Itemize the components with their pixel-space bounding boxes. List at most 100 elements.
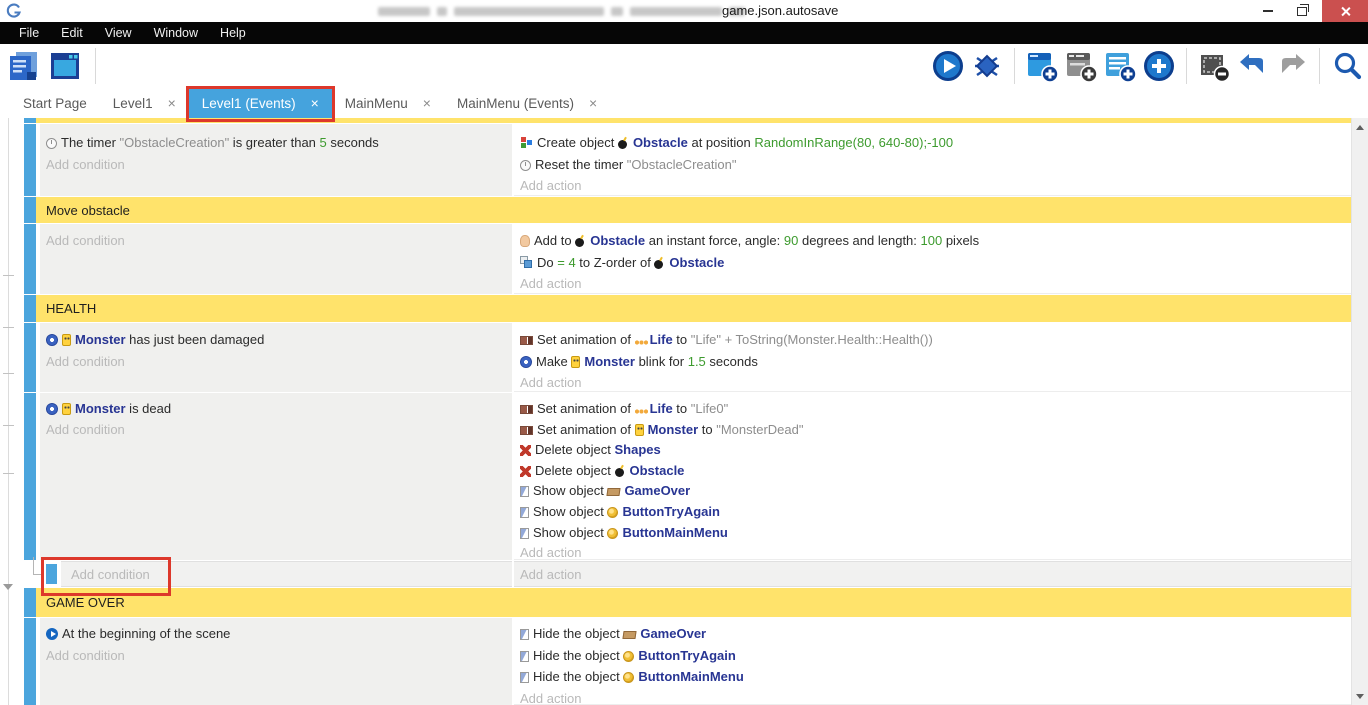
minimize-button[interactable] — [1252, 0, 1284, 22]
comment-strip — [36, 118, 1351, 123]
behavior-icon — [520, 356, 532, 368]
condition-line[interactable]: Monster is dead — [46, 399, 512, 420]
add-event-icon[interactable] — [1025, 48, 1059, 84]
event-handle-bar[interactable] — [24, 618, 36, 705]
subevent-handle-bar[interactable] — [46, 564, 57, 584]
comment-row[interactable]: GAME OVER — [22, 588, 1351, 617]
close-button[interactable] — [1322, 0, 1368, 22]
event-handle-bar[interactable] — [24, 124, 36, 196]
bomb-icon — [654, 257, 665, 269]
event-handle-bar[interactable] — [24, 393, 36, 560]
action-line[interactable]: Delete object Obstacle — [520, 461, 1351, 482]
behavior-icon — [46, 403, 58, 415]
monster-icon — [635, 424, 644, 436]
search-icon[interactable] — [1330, 48, 1364, 84]
add-condition-button[interactable]: Add condition — [46, 351, 512, 373]
action-line[interactable]: Hide the object GameOver — [520, 623, 1351, 645]
add-condition-button[interactable]: Add condition — [46, 645, 512, 667]
add-action-button[interactable]: Add action — [520, 372, 1351, 392]
vertical-scrollbar[interactable] — [1351, 118, 1368, 705]
redo-icon[interactable] — [1275, 48, 1309, 84]
add-action-button[interactable]: Add action — [520, 273, 1351, 294]
gdevelop-logo-icon — [6, 3, 22, 24]
action-line[interactable]: Show object ButtonTryAgain — [520, 502, 1351, 523]
comment-row-partial — [22, 118, 1351, 123]
conditions-cell: Add condition — [61, 561, 512, 587]
tab-start-page[interactable]: Start Page — [10, 88, 100, 118]
scene-start-icon — [46, 628, 58, 640]
action-line[interactable]: Create object Obstacle at position Rando… — [520, 132, 1351, 154]
monster-icon — [62, 403, 71, 415]
action-line[interactable]: Add to Obstacle an instant force, angle:… — [520, 230, 1351, 252]
action-line[interactable]: Hide the object ButtonTryAgain — [520, 645, 1351, 667]
add-action-button[interactable]: Add action — [520, 564, 1351, 586]
scene-editor-icon[interactable] — [48, 48, 82, 84]
add-condition-button[interactable]: Add condition — [46, 420, 512, 441]
play-icon[interactable] — [931, 48, 965, 84]
condition-line[interactable]: At the beginning of the scene — [46, 623, 512, 645]
restore-button[interactable] — [1286, 0, 1318, 22]
add-condition-button[interactable]: Add condition — [71, 564, 512, 586]
condition-line[interactable]: The timer "ObstacleCreation" is greater … — [46, 132, 512, 154]
event-handle-bar[interactable] — [24, 224, 36, 294]
add-comment-icon[interactable] — [1103, 48, 1137, 84]
comment-text[interactable]: Move obstacle — [36, 197, 1351, 223]
comment-row[interactable]: HEALTH — [22, 295, 1351, 322]
action-line[interactable]: Set animation of Life to "Life0" — [520, 399, 1351, 420]
comment-text[interactable]: HEALTH — [36, 295, 1351, 322]
menu-edit[interactable]: Edit — [50, 22, 94, 44]
action-line[interactable]: Do = 4 to Z-order of Obstacle — [520, 252, 1351, 274]
close-icon[interactable]: × — [168, 95, 176, 111]
close-icon[interactable]: × — [423, 95, 431, 111]
visibility-icon — [520, 629, 529, 640]
action-line[interactable]: Set animation of Monster to "MonsterDead… — [520, 420, 1351, 441]
toolbar-separator — [1319, 48, 1320, 84]
add-condition-button[interactable]: Add condition — [46, 154, 512, 176]
action-line[interactable]: Delete object Shapes — [520, 440, 1351, 461]
tree-connector — [22, 561, 46, 587]
close-icon[interactable]: × — [589, 95, 597, 111]
event-handle-bar[interactable] — [24, 118, 36, 123]
action-line[interactable]: Make Monster blink for 1.5 seconds — [520, 351, 1351, 373]
project-manager-icon[interactable] — [6, 48, 40, 84]
action-line[interactable]: Show object GameOver — [520, 481, 1351, 502]
button-icon — [623, 672, 634, 683]
undo-icon[interactable] — [1236, 48, 1270, 84]
action-line[interactable]: Hide the object ButtonMainMenu — [520, 666, 1351, 688]
menu-view[interactable]: View — [94, 22, 143, 44]
event-handle-bar[interactable] — [24, 295, 36, 322]
add-action-button[interactable]: Add action — [520, 543, 1351, 560]
add-condition-button[interactable]: Add condition — [46, 230, 512, 252]
comment-row[interactable]: Move obstacle — [22, 197, 1351, 223]
add-action-button[interactable]: Add action — [520, 688, 1351, 705]
event-handle-bar[interactable] — [24, 197, 36, 223]
condition-line[interactable]: Monster has just been damaged — [46, 329, 512, 351]
tab-mainmenu-events[interactable]: MainMenu (Events)× — [444, 88, 610, 118]
close-icon[interactable]: × — [311, 95, 319, 111]
menu-window[interactable]: Window — [143, 22, 209, 44]
add-circle-icon[interactable] — [1142, 48, 1176, 84]
tab-level1-events[interactable]: Level1 (Events) × — [189, 88, 332, 118]
action-line[interactable]: Show object ButtonMainMenu — [520, 523, 1351, 544]
debug-icon[interactable] — [970, 48, 1004, 84]
menu-file[interactable]: File — [8, 22, 50, 44]
tab-level1[interactable]: Level1× — [100, 88, 189, 118]
add-action-button[interactable]: Add action — [520, 175, 1351, 196]
scroll-down-icon[interactable] — [1356, 694, 1364, 699]
events-sheet: The timer "ObstacleCreation" is greater … — [0, 118, 1351, 705]
action-line[interactable]: Set animation of Life to "Life" + ToStri… — [520, 329, 1351, 351]
delete-event-icon[interactable] — [1197, 48, 1231, 84]
comment-text[interactable]: GAME OVER — [36, 588, 1351, 617]
action-line[interactable]: Reset the timer "ObstacleCreation" — [520, 154, 1351, 176]
event-handle-bar[interactable] — [24, 323, 36, 392]
scroll-up-icon[interactable] — [1356, 125, 1364, 130]
menu-help[interactable]: Help — [209, 22, 257, 44]
event-handle-bar[interactable] — [24, 588, 36, 617]
fold-arrow-icon[interactable] — [3, 584, 13, 590]
visibility-icon — [520, 507, 529, 518]
add-subevent-icon[interactable] — [1064, 48, 1098, 84]
tab-label: MainMenu — [345, 96, 408, 111]
animation-icon — [520, 405, 533, 414]
tab-mainmenu[interactable]: MainMenu × — [332, 88, 444, 118]
tab-label: Level1 (Events) — [202, 96, 296, 111]
